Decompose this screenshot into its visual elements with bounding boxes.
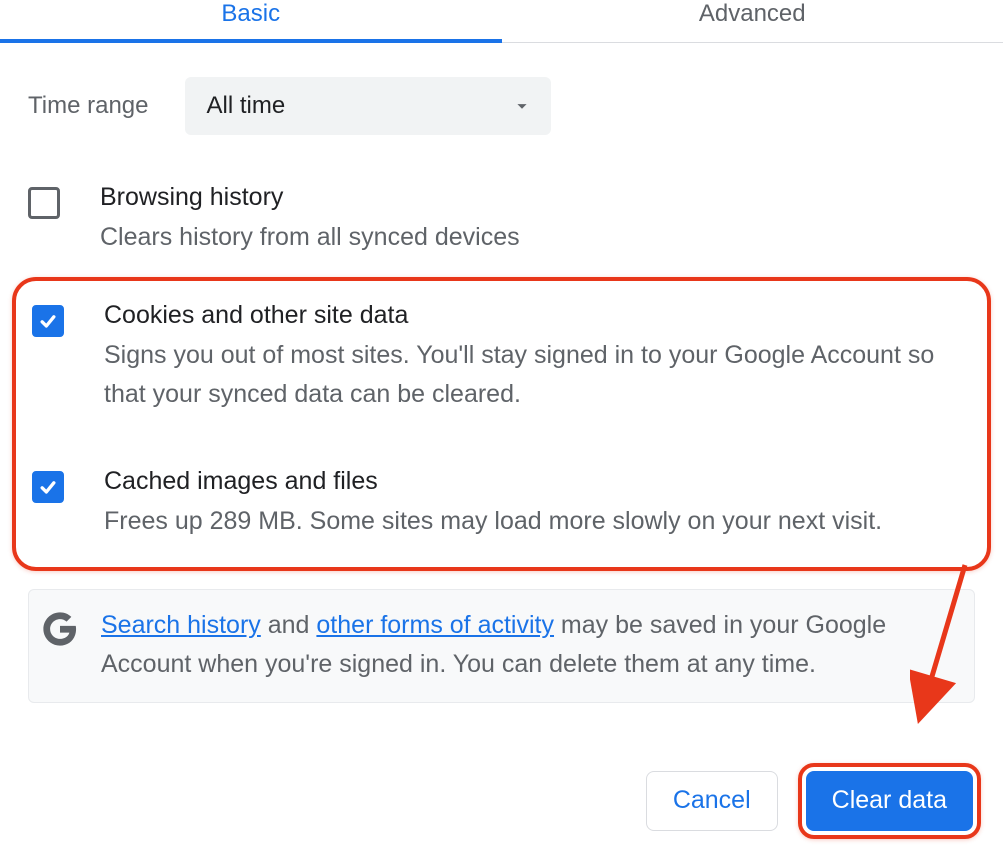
checkbox-cookies[interactable] [32,305,64,337]
option-desc: Signs you out of most sites. You'll stay… [104,336,971,414]
time-range-label: Time range [28,92,149,120]
option-title: Browsing history [100,183,975,212]
time-range-value: All time [207,92,286,120]
link-search-history[interactable]: Search history [101,611,261,639]
clear-data-button[interactable]: Clear data [806,771,973,831]
checkbox-browsing-history[interactable] [28,187,60,219]
tab-basic[interactable]: Basic [0,0,502,42]
option-desc: Frees up 289 MB. Some sites may load mor… [104,502,971,541]
option-desc: Clears history from all synced devices [100,218,975,257]
info-text: Search history and other forms of activi… [101,606,954,684]
option-cookies: Cookies and other site data Signs you ou… [16,289,987,428]
time-range-select[interactable]: All time [185,77,551,135]
link-other-activity[interactable]: other forms of activity [316,611,554,639]
option-title: Cached images and files [104,467,971,496]
annotation-clear-highlight: Clear data [798,763,981,839]
annotation-highlight-group: Cookies and other site data Signs you ou… [12,277,991,571]
google-account-info: Search history and other forms of activi… [28,589,975,703]
chevron-down-icon [511,95,533,117]
option-cache: Cached images and files Frees up 289 MB.… [16,455,987,555]
option-browsing-history: Browsing history Clears history from all… [0,171,1003,271]
cancel-button[interactable]: Cancel [646,771,778,831]
dialog-footer: Cancel Clear data [0,703,1003,849]
checkbox-cache[interactable] [32,471,64,503]
option-title: Cookies and other site data [104,301,971,330]
google-logo-icon [41,610,79,653]
tab-advanced[interactable]: Advanced [502,0,1003,42]
options-list: Browsing history Clears history from all… [0,145,1003,703]
tabs: Basic Advanced [0,0,1003,43]
time-range-row: Time range All time [0,43,1003,145]
